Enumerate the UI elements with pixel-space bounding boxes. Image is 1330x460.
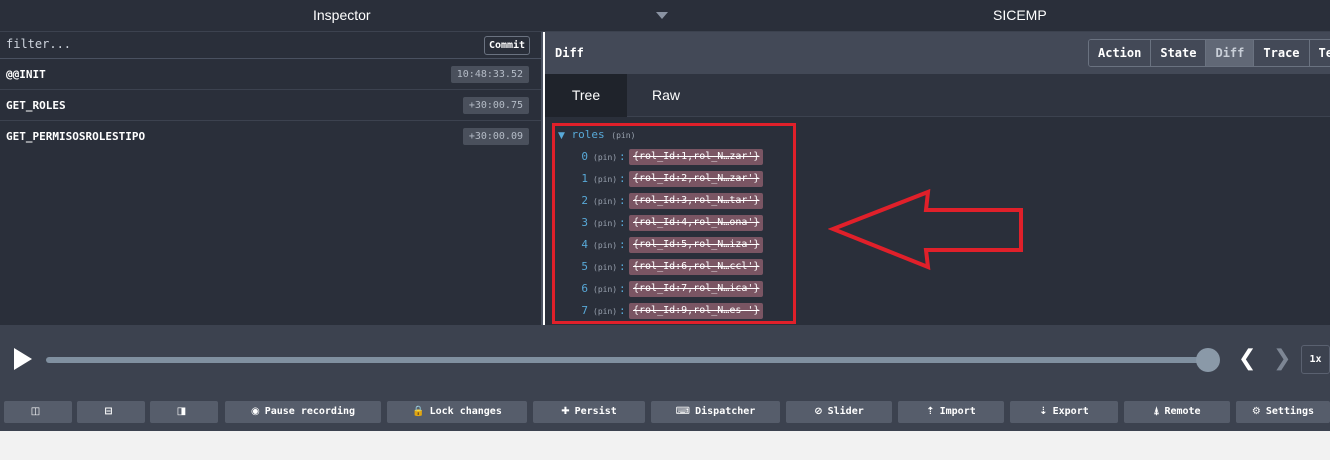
action-time: +30:00.09 xyxy=(462,128,529,145)
speed-button[interactable]: 1x xyxy=(1301,345,1330,374)
keyboard-icon: ⌨ xyxy=(675,406,691,417)
tab-state[interactable]: State xyxy=(1151,40,1207,66)
button-label: Settings xyxy=(1265,406,1315,417)
slider-button[interactable]: ⊘ Slider xyxy=(786,401,892,423)
button-label: Remote xyxy=(1164,406,1201,417)
tab-diff[interactable]: Diff xyxy=(1206,40,1255,66)
clock-icon: ⊘ xyxy=(814,406,823,417)
dispatcher-button[interactable]: ⌨ Dispatcher xyxy=(651,401,780,423)
instance-title[interactable]: SICEMP xyxy=(993,7,1047,23)
pin-icon: ✚ xyxy=(561,406,570,417)
action-time: +30:00.75 xyxy=(462,97,529,114)
import-button[interactable]: ⇡ Import xyxy=(898,401,1004,423)
lock-icon: 🔒 xyxy=(412,406,425,417)
layout-icon: ◨ xyxy=(176,406,187,417)
button-label: Slider xyxy=(827,406,864,417)
button-label: Pause recording xyxy=(264,406,356,417)
view-tabs: Tree Raw xyxy=(545,74,1330,117)
chevron-left-icon[interactable]: ❮ xyxy=(1238,346,1256,371)
settings-button[interactable]: ⚙ Settings xyxy=(1236,401,1330,423)
action-item[interactable]: GET_ROLES +30:00.75 xyxy=(0,90,541,121)
download-icon: ⇣ xyxy=(1039,406,1048,417)
action-time: 10:48:33.52 xyxy=(450,66,529,83)
button-label: Lock changes xyxy=(429,406,502,417)
chevron-right-icon[interactable]: ❯ xyxy=(1273,346,1291,371)
button-label: Import xyxy=(939,406,976,417)
chevron-down-icon[interactable] xyxy=(656,12,668,19)
diff-header: Diff Action State Diff Trace Tes xyxy=(545,32,1330,74)
lock-changes-button[interactable]: 🔒 Lock changes xyxy=(387,401,527,423)
antenna-icon: ⍋ xyxy=(1153,406,1160,417)
timeline-track[interactable] xyxy=(46,357,1208,363)
layout-icon: ◫ xyxy=(30,406,41,417)
tab-test[interactable]: Tes xyxy=(1309,40,1330,66)
tab-tree[interactable]: Tree xyxy=(545,74,627,117)
export-button[interactable]: ⇣ Export xyxy=(1010,401,1118,423)
remote-button[interactable]: ⍋ Remote xyxy=(1124,401,1230,423)
annotation-highlight-box xyxy=(552,123,796,324)
button-label: Persist xyxy=(574,406,617,417)
tab-raw[interactable]: Raw xyxy=(627,74,705,117)
filter-input[interactable]: filter... xyxy=(6,37,71,51)
persist-button[interactable]: ✚ Persist xyxy=(533,401,645,423)
tab-action[interactable]: Action xyxy=(1089,40,1152,66)
action-item[interactable]: @@INIT 10:48:33.52 xyxy=(0,59,541,90)
layout-left-button[interactable]: ◫ xyxy=(4,401,72,423)
layout-right-button[interactable]: ◨ xyxy=(150,401,218,423)
filter-row: filter... Commit xyxy=(0,32,541,59)
layout-bottom-button[interactable]: ⊟ xyxy=(77,401,145,423)
action-name: GET_PERMISOSROLESTIPO xyxy=(6,130,146,143)
mode-switcher: Action State Diff Trace Tes xyxy=(1088,39,1330,67)
action-name: GET_ROLES xyxy=(6,99,66,112)
tab-trace[interactable]: Trace xyxy=(1254,40,1310,66)
upload-icon: ⇡ xyxy=(926,406,935,417)
annotation-arrow xyxy=(828,188,1023,271)
pause-recording-button[interactable]: ◉ Pause recording xyxy=(225,401,381,423)
layout-icon: ⊟ xyxy=(104,406,113,417)
action-name: @@INIT xyxy=(6,68,46,81)
commit-button[interactable]: Commit xyxy=(484,36,530,55)
top-bar: Inspector SICEMP xyxy=(0,0,1330,32)
window-bottom-strip xyxy=(0,431,1330,460)
action-item[interactable]: GET_PERMISOSROLESTIPO +30:00.09 xyxy=(0,121,541,152)
button-label: Dispatcher xyxy=(695,406,756,417)
timeline-knob[interactable] xyxy=(1196,348,1220,372)
gear-icon: ⚙ xyxy=(1251,406,1261,417)
play-icon[interactable] xyxy=(14,348,32,370)
button-bar: ◫ ⊟ ◨ ◉ Pause recording 🔒 Lock changes ✚ Pe… xyxy=(0,393,1330,431)
button-label: Export xyxy=(1052,406,1089,417)
action-list-panel: filter... Commit @@INIT 10:48:33.52 GET_… xyxy=(0,32,543,325)
inspector-title: Inspector xyxy=(313,7,371,23)
panel-title: Diff xyxy=(555,46,584,60)
record-icon: ◉ xyxy=(250,406,260,417)
